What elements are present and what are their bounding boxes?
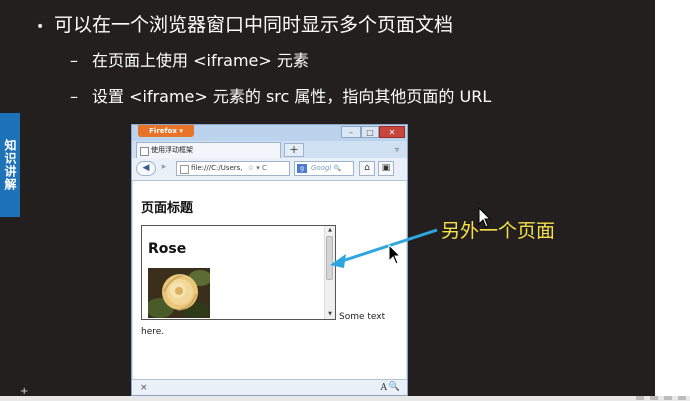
player-controls	[636, 396, 686, 401]
annotation-label: 另外一个页面	[441, 220, 556, 242]
right-margin	[655, 0, 690, 396]
annotation-arrow	[330, 228, 438, 268]
control-icon[interactable]	[636, 396, 644, 400]
slide: • 可以在一个浏览器窗口中同时显示多个页面文档 – 在页面上使用 <iframe> …	[0, 0, 655, 397]
control-icon[interactable]	[678, 396, 686, 400]
player-control-bar	[0, 396, 690, 401]
mouse-pointer-icon	[388, 244, 402, 265]
control-icon[interactable]	[650, 396, 658, 400]
mouse-pointer-icon	[478, 207, 492, 228]
control-icon[interactable]	[664, 396, 672, 400]
